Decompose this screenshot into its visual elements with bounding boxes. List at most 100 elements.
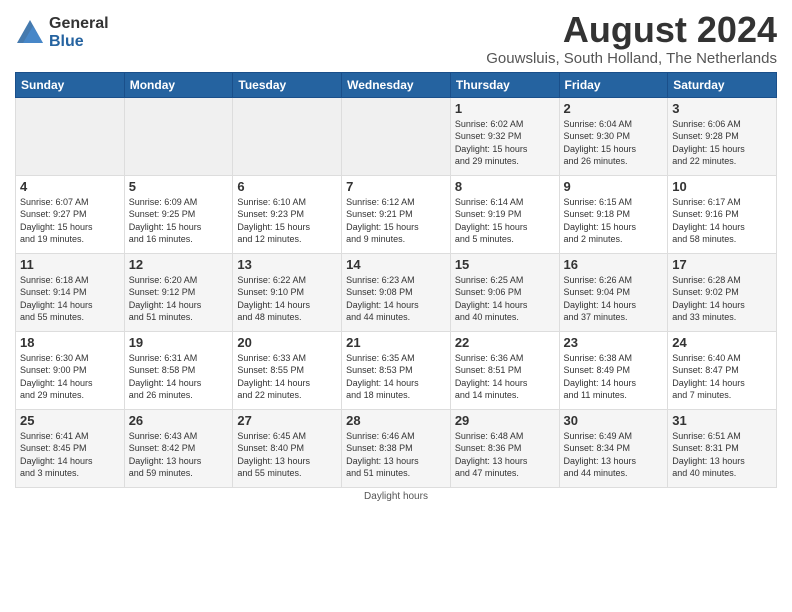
- logo-blue: Blue: [49, 33, 109, 51]
- header-row: SundayMondayTuesdayWednesdayThursdayFrid…: [16, 72, 777, 97]
- week-row-3: 11Sunrise: 6:18 AMSunset: 9:14 PMDayligh…: [16, 253, 777, 331]
- day-info: Sunrise: 6:46 AMSunset: 8:38 PMDaylight:…: [346, 430, 446, 480]
- header-cell-sunday: Sunday: [16, 72, 125, 97]
- calendar-cell: 24 Sunrise: 6:40 AMSunset: 8:47 PMDayligh…: [668, 331, 777, 409]
- calendar-cell: 14Sunrise: 6:23 AMSunset: 9:08 PMDayligh…: [342, 253, 451, 331]
- day-number: 23: [564, 335, 664, 350]
- day-info: Sunrise: 6:36 AMSunset: 8:51 PMDaylight:…: [455, 352, 555, 402]
- day-number: 20: [237, 335, 337, 350]
- day-info: Sunrise: 6:33 AMSunset: 8:55 PMDaylight:…: [237, 352, 337, 402]
- day-info: Sunrise: 6:41 AMSunset: 8:45 PMDaylight:…: [20, 430, 120, 480]
- calendar-cell: 25 Sunrise: 6:41 AMSunset: 8:45 PMDayligh…: [16, 409, 125, 487]
- calendar-cell: 3Sunrise: 6:06 AMSunset: 9:28 PMDaylight…: [668, 97, 777, 175]
- week-row-1: 1 Sunrise: 6:02 AMSunset: 9:32 PMDaylight…: [16, 97, 777, 175]
- day-number: 5: [129, 179, 229, 194]
- day-number: 28: [346, 413, 446, 428]
- day-info: Sunrise: 6:40 AMSunset: 8:47 PMDaylight:…: [672, 352, 772, 402]
- day-info: Sunrise: 6:45 AMSunset: 8:40 PMDaylight:…: [237, 430, 337, 480]
- day-number: 8: [455, 179, 555, 194]
- month-year: August 2024: [486, 10, 777, 50]
- day-info: Sunrise: 6:17 AMSunset: 9:16 PMDaylight:…: [672, 196, 772, 246]
- day-number: 31: [672, 413, 772, 428]
- calendar-cell: 2 Sunrise: 6:04 AMSunset: 9:30 PMDaylight…: [559, 97, 668, 175]
- day-info: Sunrise: 6:25 AMSunset: 9:06 PMDaylight:…: [455, 274, 555, 324]
- calendar-cell: 19 Sunrise: 6:31 AMSunset: 8:58 PMDayligh…: [124, 331, 233, 409]
- calendar-cell: 29 Sunrise: 6:48 AMSunset: 8:36 PMDayligh…: [450, 409, 559, 487]
- day-number: 21: [346, 335, 446, 350]
- day-number: 25: [20, 413, 120, 428]
- day-number: 24: [672, 335, 772, 350]
- calendar-cell: 5Sunrise: 6:09 AMSunset: 9:25 PMDaylight…: [124, 175, 233, 253]
- header-cell-monday: Monday: [124, 72, 233, 97]
- day-info: Sunrise: 6:22 AMSunset: 9:10 PMDaylight:…: [237, 274, 337, 324]
- day-info: Sunrise: 6:10 AMSunset: 9:23 PMDaylight:…: [237, 196, 337, 246]
- day-info: Sunrise: 6:28 AMSunset: 9:02 PMDaylight:…: [672, 274, 772, 324]
- day-info: Sunrise: 6:48 AMSunset: 8:36 PMDaylight:…: [455, 430, 555, 480]
- day-info: Sunrise: 6:02 AMSunset: 9:32 PMDaylight:…: [455, 118, 555, 168]
- day-number: 27: [237, 413, 337, 428]
- calendar-cell: [233, 97, 342, 175]
- calendar-cell: 11Sunrise: 6:18 AMSunset: 9:14 PMDayligh…: [16, 253, 125, 331]
- day-info: Sunrise: 6:12 AMSunset: 9:21 PMDaylight:…: [346, 196, 446, 246]
- header-cell-wednesday: Wednesday: [342, 72, 451, 97]
- calendar-cell: [342, 97, 451, 175]
- calendar-cell: 22 Sunrise: 6:36 AMSunset: 8:51 PMDayligh…: [450, 331, 559, 409]
- main-container: General Blue August 2024 Gouwsluis, Sout…: [0, 0, 792, 507]
- day-number: 14: [346, 257, 446, 272]
- day-number: 12: [129, 257, 229, 272]
- day-number: 3: [672, 101, 772, 116]
- logo-general: General: [49, 15, 109, 33]
- calendar-cell: [16, 97, 125, 175]
- day-info: Sunrise: 6:26 AMSunset: 9:04 PMDaylight:…: [564, 274, 664, 324]
- header-cell-friday: Friday: [559, 72, 668, 97]
- day-number: 7: [346, 179, 446, 194]
- header-cell-tuesday: Tuesday: [233, 72, 342, 97]
- day-info: Sunrise: 6:15 AMSunset: 9:18 PMDaylight:…: [564, 196, 664, 246]
- calendar-cell: 13 Sunrise: 6:22 AMSunset: 9:10 PMDayligh…: [233, 253, 342, 331]
- day-number: 26: [129, 413, 229, 428]
- day-info: Sunrise: 6:43 AMSunset: 8:42 PMDaylight:…: [129, 430, 229, 480]
- day-info: Sunrise: 6:35 AMSunset: 8:53 PMDaylight:…: [346, 352, 446, 402]
- header-cell-saturday: Saturday: [668, 72, 777, 97]
- calendar-cell: [124, 97, 233, 175]
- calendar-cell: 9 Sunrise: 6:15 AMSunset: 9:18 PMDaylight…: [559, 175, 668, 253]
- day-info: Sunrise: 6:14 AMSunset: 9:19 PMDaylight:…: [455, 196, 555, 246]
- day-number: 22: [455, 335, 555, 350]
- week-row-5: 25 Sunrise: 6:41 AMSunset: 8:45 PMDayligh…: [16, 409, 777, 487]
- calendar-cell: 15Sunrise: 6:25 AMSunset: 9:06 PMDayligh…: [450, 253, 559, 331]
- logo-text: General Blue: [49, 15, 109, 50]
- day-info: Sunrise: 6:18 AMSunset: 9:14 PMDaylight:…: [20, 274, 120, 324]
- day-info: Sunrise: 6:30 AMSunset: 9:00 PMDaylight:…: [20, 352, 120, 402]
- day-number: 19: [129, 335, 229, 350]
- title-section: August 2024 Gouwsluis, South Holland, Th…: [486, 10, 777, 67]
- day-number: 17: [672, 257, 772, 272]
- calendar-cell: 23 Sunrise: 6:38 AMSunset: 8:49 PMDayligh…: [559, 331, 668, 409]
- calendar-cell: 17 Sunrise: 6:28 AMSunset: 9:02 PMDayligh…: [668, 253, 777, 331]
- day-number: 30: [564, 413, 664, 428]
- calendar-cell: 18 Sunrise: 6:30 AMSunset: 9:00 PMDayligh…: [16, 331, 125, 409]
- calendar-cell: 1 Sunrise: 6:02 AMSunset: 9:32 PMDaylight…: [450, 97, 559, 175]
- day-info: Sunrise: 6:20 AMSunset: 9:12 PMDaylight:…: [129, 274, 229, 324]
- day-info: Sunrise: 6:49 AMSunset: 8:34 PMDaylight:…: [564, 430, 664, 480]
- day-number: 16: [564, 257, 664, 272]
- calendar-cell: 31Sunrise: 6:51 AMSunset: 8:31 PMDayligh…: [668, 409, 777, 487]
- day-number: 2: [564, 101, 664, 116]
- day-number: 18: [20, 335, 120, 350]
- day-info: Sunrise: 6:31 AMSunset: 8:58 PMDaylight:…: [129, 352, 229, 402]
- header-cell-thursday: Thursday: [450, 72, 559, 97]
- calendar-cell: 28 Sunrise: 6:46 AMSunset: 8:38 PMDayligh…: [342, 409, 451, 487]
- day-number: 1: [455, 101, 555, 116]
- day-number: 29: [455, 413, 555, 428]
- calendar-cell: 10 Sunrise: 6:17 AMSunset: 9:16 PMDayligh…: [668, 175, 777, 253]
- logo-icon: [15, 18, 45, 48]
- day-info: Sunrise: 6:07 AMSunset: 9:27 PMDaylight:…: [20, 196, 120, 246]
- day-number: 10: [672, 179, 772, 194]
- calendar-cell: 8 Sunrise: 6:14 AMSunset: 9:19 PMDaylight…: [450, 175, 559, 253]
- calendar-cell: 7 Sunrise: 6:12 AMSunset: 9:21 PMDaylight…: [342, 175, 451, 253]
- day-number: 13: [237, 257, 337, 272]
- calendar-cell: 20 Sunrise: 6:33 AMSunset: 8:55 PMDayligh…: [233, 331, 342, 409]
- day-info: Sunrise: 6:38 AMSunset: 8:49 PMDaylight:…: [564, 352, 664, 402]
- calendar-cell: 6Sunrise: 6:10 AMSunset: 9:23 PMDaylight…: [233, 175, 342, 253]
- day-info: Sunrise: 6:04 AMSunset: 9:30 PMDaylight:…: [564, 118, 664, 168]
- day-number: 9: [564, 179, 664, 194]
